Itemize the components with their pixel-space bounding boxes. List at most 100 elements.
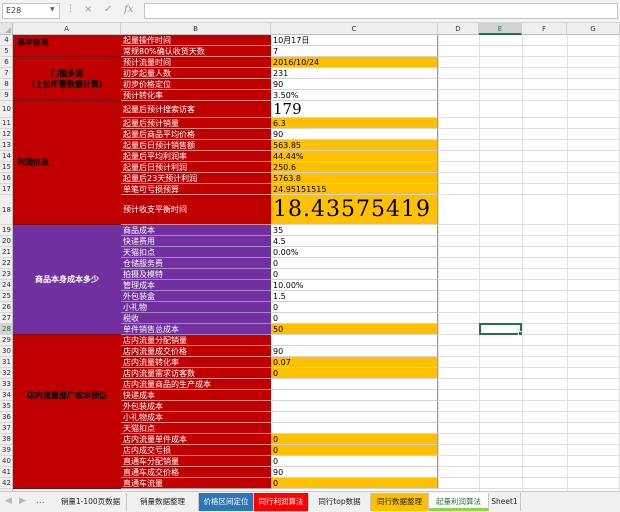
row-header-14[interactable]: 14 [0,151,12,162]
section-basic-info[interactable]: 基本信息 [13,35,121,57]
cell-b5[interactable]: 常规80%确认收货天数 [121,46,271,57]
fill-handle[interactable] [518,331,523,336]
cell-b31[interactable]: 店内流量转化率 [121,357,271,368]
cell-b27[interactable]: 税收 [121,313,271,324]
section-product-cost[interactable]: 商品本身成本多少 [13,225,121,335]
cell-b9[interactable]: 预计转化率 [121,90,271,101]
cell-b11[interactable]: 起量后预计销量 [121,118,271,129]
sheet-tab-3[interactable]: 价格区间定位 [199,493,254,511]
cell-c27[interactable]: 0 [271,313,438,324]
cell-c39[interactable]: 0 [271,445,438,456]
row-header-23[interactable]: 23 [0,269,12,280]
row-header-31[interactable]: 31 [0,357,12,368]
cell-b28[interactable]: 单件销售总成本 [121,324,271,335]
drag-handle-icon[interactable]: ⋮ [66,4,75,14]
row-header-7[interactable]: 7 [0,68,12,79]
cell-b35[interactable]: 外包装成本 [121,401,271,412]
cell-c8[interactable]: 90 [271,79,438,90]
row-header-37[interactable]: 37 [0,423,12,434]
cell-c37[interactable] [271,423,438,434]
cell-c30[interactable]: 90 [271,346,438,357]
cell-b8[interactable]: 初步价格定位 [121,79,271,90]
cell-b36[interactable]: 小礼物成本 [121,412,271,423]
column-header-f[interactable]: F [522,23,567,35]
row-header-20[interactable]: 20 [0,236,12,247]
column-header-a[interactable]: A [13,23,121,35]
selected-cell[interactable] [479,323,523,336]
cell-b34[interactable]: 快递成本 [121,390,271,401]
cell-c16[interactable]: 5763.8 [271,173,438,184]
row-header-18[interactable]: 18 [0,195,12,225]
cell-c32[interactable]: 0 [271,368,438,379]
cell-b14[interactable]: 起量后平均利润率 [121,151,271,162]
cell-c9[interactable]: 3.50% [271,90,438,101]
cell-b26[interactable]: 小礼物 [121,302,271,313]
cell-c23[interactable]: 0 [271,269,438,280]
row-header-8[interactable]: 8 [0,79,12,90]
sheet-tab-1[interactable]: 销量1-100页数据 [55,493,127,511]
row-header-16[interactable]: 16 [0,173,12,184]
row-header-6[interactable]: 6 [0,57,12,68]
tab-more-icon[interactable]: ... [36,496,45,506]
cell-c7[interactable]: 231 [271,68,438,79]
row-header-22[interactable]: 22 [0,258,12,269]
row-header-27[interactable]: 27 [0,313,12,324]
cell-b42[interactable]: 直通车流量 [121,478,271,489]
select-all-corner[interactable] [0,23,13,35]
cell-b4[interactable]: 起量操作时间 [121,35,271,46]
cell-c4[interactable]: 10月17日 [271,35,438,46]
cell-b40[interactable]: 直通车分配销量 [121,456,271,467]
cell-b17[interactable]: 单笔可亏损预算 [121,184,271,195]
cell-c34[interactable] [271,390,438,401]
cell-b10[interactable]: 起量后预计搜索访客 [121,101,271,118]
cell-c17[interactable]: 24.95151515 [271,184,438,195]
column-header-d[interactable]: D [438,23,479,35]
tab-next-icon[interactable]: ▶ [19,496,26,506]
column-header-c[interactable]: C [271,23,438,35]
cell-b22[interactable]: 仓储服务费 [121,258,271,269]
row-header-26[interactable]: 26 [0,302,12,313]
cell-b16[interactable]: 起量后23天预计利润 [121,173,271,184]
cell-c35[interactable] [271,401,438,412]
row-header-21[interactable]: 21 [0,247,12,258]
row-header-32[interactable]: 32 [0,368,12,379]
row-header-9[interactable]: 9 [0,90,12,101]
column-header-b[interactable]: B [121,23,271,35]
section-profit-info[interactable]: 利润信息 [13,101,121,225]
formula-input[interactable] [144,3,618,19]
cell-c31[interactable]: 0.07 [271,357,438,368]
cell-c40[interactable]: 0 [271,456,438,467]
cell-b29[interactable]: 店内流量分配销量 [121,335,271,346]
row-header-42[interactable]: 42 [0,478,12,489]
section-portal-line1[interactable]: 门槛多高 （上位所需数据计算） [13,57,121,101]
row-header-36[interactable]: 36 [0,412,12,423]
cell-c10[interactable]: 179 [271,101,438,118]
row-header-17[interactable]: 17 [0,184,12,195]
row-header-38[interactable]: 38 [0,434,12,445]
cell-b7[interactable]: 初步起量人数 [121,68,271,79]
cell-c12[interactable]: 90 [271,129,438,140]
row-header-29[interactable]: 29 [0,335,12,346]
row-header-15[interactable]: 15 [0,162,12,173]
cell-grid[interactable]: 基本信息 门槛多高 （上位所需数据计算） 利润信息 商品本身成本多少 店内流量推广成本预估… [13,35,620,491]
cell-c21[interactable]: 0.00% [271,247,438,258]
tab-prev-icon[interactable]: ◀ [5,496,12,506]
row-header-19[interactable]: 19 [0,225,12,236]
cell-b15[interactable]: 起量后日预计利润 [121,162,271,173]
cell-c14[interactable]: 44.44% [271,151,438,162]
row-header-40[interactable]: 40 [0,456,12,467]
cell-b38[interactable]: 店内流量单件成本 [121,434,271,445]
row-header-4[interactable]: 4 [0,35,12,46]
sheet-tab-2[interactable]: 销量数据整理 [127,493,199,511]
cell-c25[interactable]: 1.5 [271,291,438,302]
cell-b21[interactable]: 天猫扣点 [121,247,271,258]
cell-c11[interactable]: 6.3 [271,118,438,129]
cell-b39[interactable]: 店内成交亏损 [121,445,271,456]
cell-c36[interactable] [271,412,438,423]
cell-b19[interactable]: 商品成本 [121,225,271,236]
cell-b33[interactable]: 店内流量商品的生产成本 [121,379,271,390]
cell-b24[interactable]: 管理成本 [121,280,271,291]
row-header-28[interactable]: 28 [0,324,12,335]
cell-b23[interactable]: 拍摄及模特 [121,269,271,280]
cell-c26[interactable]: 0 [271,302,438,313]
